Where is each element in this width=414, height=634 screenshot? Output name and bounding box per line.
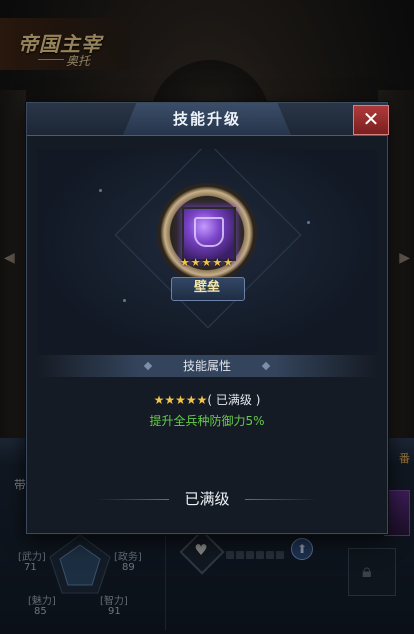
attributes-title: 技能属性: [182, 359, 231, 373]
level-status: ( 已满级 ): [207, 393, 261, 407]
skill-name: 壁垒: [193, 280, 220, 295]
skill-upgrade-dialog: 技能升级 ✕ ★★★★★ 壁垒 技能属性 ★★★★★( 已满级 ) 提升全兵种防…: [26, 102, 389, 534]
dialog-title: 技能升级: [172, 110, 241, 128]
sparkle: [307, 221, 310, 224]
skill-display-area: ★★★★★ 壁垒: [37, 149, 377, 355]
level-stars: ★★★★★: [153, 393, 208, 407]
skill-effect: 提升全兵种防御力5%: [149, 414, 265, 428]
sparkle: [99, 189, 102, 192]
skill-stars: ★★★★★: [179, 256, 235, 269]
max-level-button[interactable]: 已满级: [157, 487, 257, 511]
skill-level-line: ★★★★★( 已满级 ): [27, 391, 387, 408]
close-button[interactable]: ✕: [353, 105, 389, 135]
game-screen: 帝国主宰 奥托 ◀ ▶ 带 番 [武力] 71 [政务] 89 [魅力] 85 …: [0, 0, 414, 634]
shield-icon: [194, 217, 224, 247]
sparkle: [123, 299, 126, 302]
